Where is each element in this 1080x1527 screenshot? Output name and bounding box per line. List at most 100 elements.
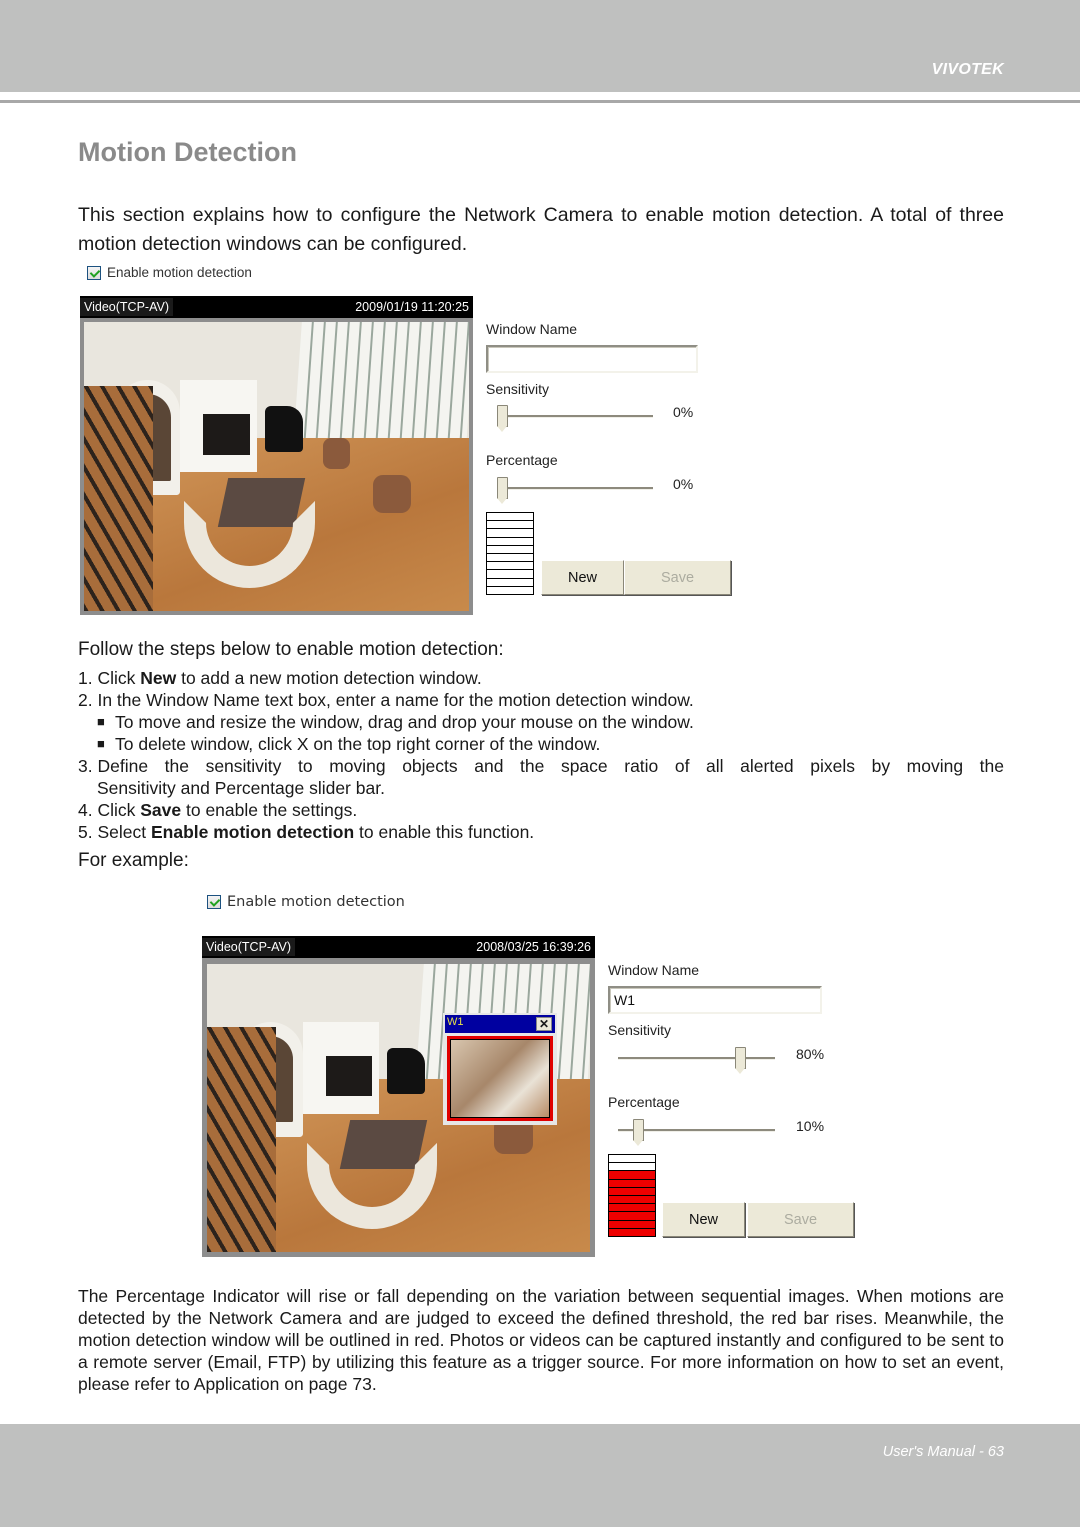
indicator-segment xyxy=(609,1204,655,1213)
indicator-segment xyxy=(487,545,533,555)
step-text-post: to add a new motion detection window. xyxy=(176,668,482,688)
indicator-segment xyxy=(487,513,533,522)
indicator-segment xyxy=(487,521,533,530)
step-text-bold: Enable motion detection xyxy=(150,822,355,842)
step-text: Select Enable motion detection to enable… xyxy=(97,821,1004,843)
percentage-slider[interactable] xyxy=(618,1119,775,1153)
checkbox-checked-icon[interactable] xyxy=(87,265,101,280)
indicator-segment xyxy=(609,1228,655,1237)
intro-paragraph: This section explains how to configure t… xyxy=(78,204,1004,255)
slider-track xyxy=(497,415,653,418)
percentage-value: 10% xyxy=(796,1118,825,1134)
scene-piano xyxy=(264,405,304,453)
indicator-segment xyxy=(487,529,533,538)
step-item: 4. Click Save to enable the settings. xyxy=(78,799,1004,821)
video-panel-1: Video(TCP-AV) 2009/01/19 11:20:25 xyxy=(80,296,473,615)
new-button[interactable]: New xyxy=(541,560,624,595)
save-button[interactable]: Save xyxy=(624,560,731,595)
scene-stair-railing xyxy=(207,1027,276,1252)
percentage-indicator xyxy=(486,512,534,595)
window-name-label: Window Name xyxy=(608,962,700,978)
video-title-bar: Video(TCP-AV) 2009/01/19 11:20:25 xyxy=(80,296,473,318)
motion-detection-window[interactable]: W1 ✕ xyxy=(443,1013,557,1125)
checkbox-label: Enable motion detection xyxy=(107,265,252,280)
motion-window-title: W1 xyxy=(447,1016,464,1028)
sensitivity-slider[interactable] xyxy=(618,1047,775,1081)
step-item: 1. Click New to add a new motion detecti… xyxy=(78,667,1004,689)
square-bullet-icon: ■ xyxy=(97,736,105,751)
step-text-pre: Click xyxy=(97,800,141,820)
step-text: In the Window Name text box, enter a nam… xyxy=(97,690,694,710)
brand-logo: VIVOTEK xyxy=(931,61,1004,78)
step-text-pre: Click xyxy=(97,668,141,688)
slider-thumb[interactable] xyxy=(497,477,508,504)
sub-bullet-item: ■ To delete window, click X on the top r… xyxy=(78,733,1004,755)
new-button[interactable]: New xyxy=(662,1202,745,1237)
indicator-segment xyxy=(487,537,533,546)
page-footer: User's Manual - 63 xyxy=(882,1444,1004,1460)
for-example-label: For example: xyxy=(78,850,189,871)
slider-track xyxy=(497,487,653,490)
video-source-label: Video(TCP-AV) xyxy=(80,298,173,316)
checkbox-checked-icon[interactable] xyxy=(207,895,221,909)
video-timestamp: 2008/03/25 16:39:26 xyxy=(476,940,591,954)
outro-paragraph: The Percentage Indicator will rise or fa… xyxy=(78,1286,1004,1394)
slider-thumb[interactable] xyxy=(497,405,508,432)
footer-band: User's Manual - 63 xyxy=(0,1424,1080,1527)
step-text-post: to enable the settings. xyxy=(181,800,358,820)
indicator-segment xyxy=(487,554,533,563)
save-button[interactable]: Save xyxy=(747,1202,854,1237)
step-text-continuation: Sensitivity and Percentage slider bar. xyxy=(97,778,385,798)
percentage-value: 0% xyxy=(673,476,694,492)
steps-lead: Follow the steps below to enable motion … xyxy=(78,639,504,660)
indicator-segment xyxy=(487,562,533,571)
scene-stair-railing xyxy=(84,385,154,611)
video-source-label: Video(TCP-AV) xyxy=(202,938,295,956)
percentage-label: Percentage xyxy=(608,1094,680,1110)
enable-motion-detection-checkbox-1[interactable]: Enable motion detection xyxy=(87,265,252,280)
step-number: 4. xyxy=(78,800,98,820)
indicator-segment xyxy=(609,1155,655,1164)
sub-bullet-text: To delete window, click X on the top rig… xyxy=(115,734,601,754)
sensitivity-slider[interactable] xyxy=(497,405,653,439)
step-item: 5. Select Enable motion detection to ena… xyxy=(78,821,1004,843)
close-icon[interactable]: ✕ xyxy=(536,1017,552,1031)
header-band: VIVOTEK xyxy=(0,0,1080,92)
scene-fireplace xyxy=(203,414,250,455)
motion-window-region[interactable] xyxy=(447,1036,553,1121)
step-item: 3. Define the sensitivity to moving obje… xyxy=(78,755,1004,777)
indicator-segment xyxy=(609,1179,655,1188)
step-text-bold: Save xyxy=(140,800,182,820)
square-bullet-icon: ■ xyxy=(97,714,105,729)
indicator-segment xyxy=(609,1163,655,1172)
scene-fireplace xyxy=(325,1056,372,1097)
window-name-input[interactable]: W1 xyxy=(608,986,822,1014)
indicator-segment xyxy=(487,570,533,579)
step-text: Define the sensitivity to moving objects… xyxy=(97,756,1004,776)
indicator-segment xyxy=(487,586,533,595)
steps-list: 1. Click New to add a new motion detecti… xyxy=(78,667,1004,843)
scene-armchair xyxy=(322,437,350,470)
checkbox-label: Enable motion detection xyxy=(227,894,405,910)
percentage-label: Percentage xyxy=(486,452,558,468)
window-name-input[interactable] xyxy=(486,345,698,373)
sensitivity-label: Sensitivity xyxy=(486,381,550,397)
percentage-slider[interactable] xyxy=(497,477,653,511)
slider-track xyxy=(618,1057,775,1060)
indicator-segment xyxy=(609,1196,655,1205)
enable-motion-detection-checkbox-2[interactable]: Enable motion detection xyxy=(207,894,405,910)
indicator-segment xyxy=(609,1171,655,1180)
sensitivity-value: 0% xyxy=(673,404,694,420)
window-name-label: Window Name xyxy=(486,321,578,337)
indicator-segment xyxy=(487,578,533,587)
slider-thumb[interactable] xyxy=(633,1119,644,1146)
step-text-post: to enable this function. xyxy=(354,822,535,842)
sensitivity-value: 80% xyxy=(796,1046,825,1062)
step-number: 3. xyxy=(78,756,98,776)
camera-live-image[interactable] xyxy=(84,322,469,611)
video-timestamp: 2009/01/19 11:20:25 xyxy=(355,300,469,314)
sub-bullet-text: To move and resize the window, drag and … xyxy=(115,712,694,732)
slider-thumb[interactable] xyxy=(735,1047,746,1074)
indicator-segment xyxy=(609,1187,655,1197)
motion-window-title-bar[interactable]: W1 ✕ xyxy=(445,1015,555,1033)
